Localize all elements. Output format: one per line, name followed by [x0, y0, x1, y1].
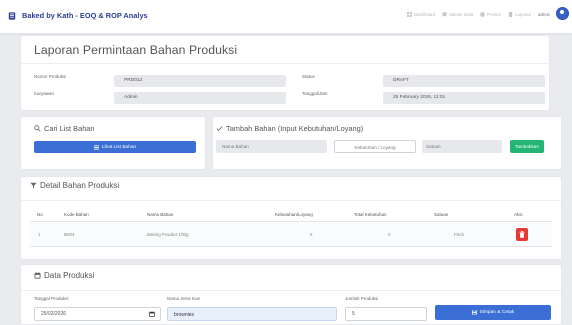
col-kebutuhan-loyang: Kebutuhan/Loyang [275, 212, 313, 217]
karyawan-label: Karyawan [34, 91, 55, 96]
row-kebutuhan-loyang: 5 [310, 232, 313, 237]
jumlah-produksi-label: Jumlah Produksi [345, 296, 379, 301]
nama-jenis-kue-label: Nama Jenis Kue [167, 296, 201, 301]
row-nama-bahan: Baking Powder 100g [147, 232, 189, 237]
row-total-kebutuhan: 0 [388, 232, 391, 237]
col-kode-bahan: Kode Bahan [64, 212, 89, 217]
col-nama-bahan: Nama Bahan [147, 212, 174, 217]
nav-link-label: Dashboard [413, 12, 436, 17]
cari-title: Cari List Bahan [34, 124, 95, 133]
tambah-title: Tambah Bahan (Input Kebutuhan/Loyang) [216, 124, 363, 133]
col-aksi: Aksi [514, 212, 523, 217]
tambah-title-text: Tambah Bahan (Input Kebutuhan/Loyang) [226, 124, 364, 133]
filter-icon [30, 182, 37, 189]
search-icon [34, 125, 41, 132]
database-icon [442, 12, 447, 17]
jumlah-produksi-input[interactable]: 5 [345, 307, 427, 321]
nav-link-laporan[interactable]: Laporan [508, 12, 531, 17]
nav-link-proses[interactable]: Proses [480, 12, 501, 17]
book-icon [8, 11, 16, 20]
nama-jenis-kue-input[interactable]: brownies [167, 307, 337, 321]
tambahkan-button[interactable]: Tambahkan [510, 140, 544, 153]
calendar-icon [34, 272, 41, 279]
col-no: No [37, 212, 43, 217]
calendar-picker-icon[interactable] [149, 311, 155, 317]
table-row [30, 223, 552, 247]
nav-link-label: Master Data [449, 12, 474, 17]
dashboard-icon [406, 12, 412, 17]
produksi-title: Data Produksi [34, 271, 94, 280]
list-icon [93, 144, 99, 150]
brand[interactable]: Baked by Kath - EOQ & ROP Analys [8, 11, 148, 20]
tanggal-jam-label: Tanggal/Jam [302, 91, 328, 96]
kebutuhan-loyang-input[interactable]: Kebutuhan / Loyang [334, 140, 416, 153]
karyawan-value: Admin [114, 92, 286, 104]
produksi-title-text: Data Produksi [44, 271, 95, 280]
col-total-kebutuhan: Total Kebutuhan [354, 212, 387, 217]
nav-link-label: Laporan [514, 12, 532, 17]
nomor-produksi-value: PRD012 [114, 75, 286, 87]
lihat-list-bahan-button[interactable]: Lihat List Bahan [34, 141, 196, 153]
produksi-card-head [21, 265, 561, 291]
simpan-cetak-button[interactable]: Simpan & Cetak [435, 305, 551, 320]
cari-title-text: Cari List Bahan [44, 124, 95, 133]
status-label: Status [302, 74, 315, 79]
col-satuan: Satuan [434, 212, 449, 217]
nav-link-label: Proses [487, 12, 501, 17]
user-name: admin [538, 12, 550, 17]
trash-icon [519, 231, 525, 238]
simpan-cetak-label: Simpan & Cetak [479, 310, 515, 315]
nav-link-dashboard[interactable]: Dashboard [406, 12, 436, 17]
status-value: DRAFT [383, 75, 545, 87]
nav-links: Dashboard Master Data Proses Laporan adm… [406, 12, 550, 17]
check-icon [216, 126, 223, 131]
tanggal-jam-value: 25 February 2026, 11:01 [383, 92, 545, 104]
user-avatar[interactable] [556, 7, 569, 20]
nama-bahan-input[interactable]: Nama Bahan [216, 140, 327, 153]
top-navbar: Baked by Kath - EOQ & ROP Analys Dashboa… [0, 0, 572, 33]
page-title: Laporan Permintaan Bahan Produksi [34, 43, 238, 57]
brand-title: Baked by Kath - EOQ & ROP Analys [22, 11, 148, 20]
report-icon [508, 12, 513, 17]
tanggal-produksi-label: Tanggal Produksi [34, 296, 69, 301]
delete-button[interactable] [516, 228, 528, 241]
process-icon [480, 12, 485, 17]
lihat-list-bahan-label: Lihat List Bahan [101, 144, 137, 150]
nomor-produksi-label: Nomor Produksi [34, 74, 67, 79]
nav-link-master-data[interactable]: Master Data [442, 12, 473, 17]
save-icon [471, 310, 477, 315]
row-kode-bahan: B004 [64, 232, 75, 237]
detail-title: Detail Bahan Produksi [30, 181, 119, 190]
tanggal-produksi-input[interactable]: 25/02/2026 [34, 307, 161, 321]
detail-title-text: Detail Bahan Produksi [40, 181, 120, 190]
row-no: 1 [38, 232, 41, 237]
row-satuan: Pack [454, 232, 465, 237]
satuan-input[interactable]: Satuan [422, 140, 502, 153]
